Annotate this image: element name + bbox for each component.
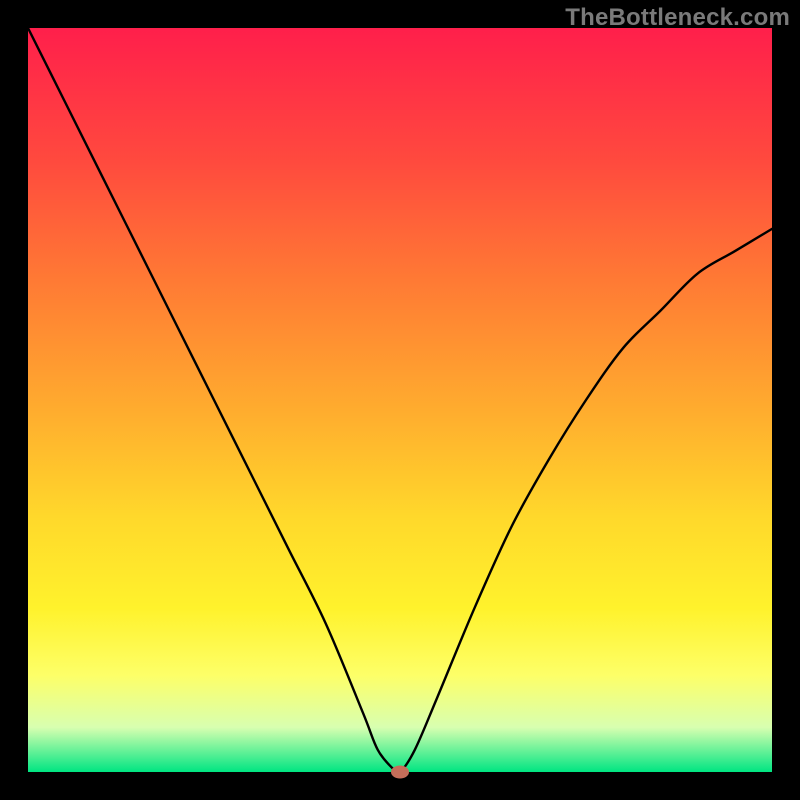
chart-frame: TheBottleneck.com [0, 0, 800, 800]
bottleneck-curve-path [28, 28, 772, 773]
watermark-text: TheBottleneck.com [565, 4, 790, 32]
optimum-marker [391, 766, 409, 779]
curve-svg [28, 28, 772, 772]
plot-area [28, 28, 772, 772]
